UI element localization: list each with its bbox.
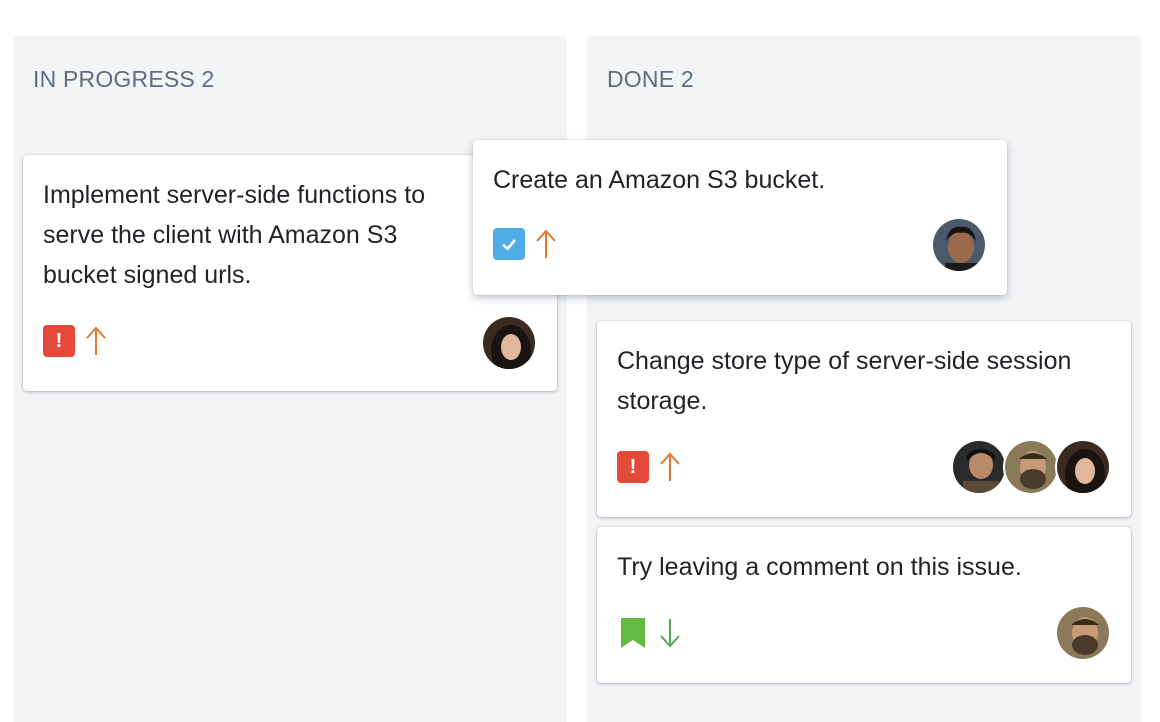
arrow-up-icon	[657, 451, 683, 483]
avatar[interactable]	[931, 217, 987, 273]
assignee-avatars	[951, 439, 1111, 495]
issue-card[interactable]: Change store type of server-side session…	[597, 321, 1131, 517]
issue-card-dragging[interactable]: Create an Amazon S3 bucket.	[473, 140, 1007, 295]
issue-meta	[617, 617, 683, 649]
issue-title: Change store type of server-side session…	[617, 347, 1072, 415]
bug-type-icon: !	[43, 325, 75, 357]
avatar[interactable]	[481, 315, 537, 371]
assignee-avatars	[931, 217, 987, 273]
avatar[interactable]	[1055, 605, 1111, 661]
column-title: DONE 2	[607, 66, 694, 92]
avatar[interactable]	[1003, 439, 1059, 495]
issue-title: Implement server-side functions to serve…	[43, 181, 426, 289]
arrow-up-icon	[533, 228, 559, 260]
issue-meta: !	[617, 451, 683, 483]
issue-card[interactable]: Try leaving a comment on this issue.	[597, 527, 1131, 683]
issue-meta	[493, 228, 559, 260]
bookmark-icon	[617, 617, 649, 649]
issue-title: Try leaving a comment on this issue.	[617, 553, 1022, 581]
avatar[interactable]	[1055, 439, 1111, 495]
bug-type-icon: !	[617, 451, 649, 483]
kanban-board: IN PROGRESS 2 DONE 2 Implement server-si…	[0, 0, 1160, 722]
issue-meta: !	[43, 325, 109, 357]
avatar[interactable]	[951, 439, 1007, 495]
issue-title: Create an Amazon S3 bucket.	[493, 166, 826, 194]
arrow-up-icon	[83, 325, 109, 357]
assignee-avatars	[1055, 605, 1111, 661]
checkmark-icon	[493, 228, 525, 260]
assignee-avatars	[481, 315, 537, 371]
column-title: IN PROGRESS 2	[33, 66, 215, 92]
arrow-down-icon	[657, 617, 683, 649]
